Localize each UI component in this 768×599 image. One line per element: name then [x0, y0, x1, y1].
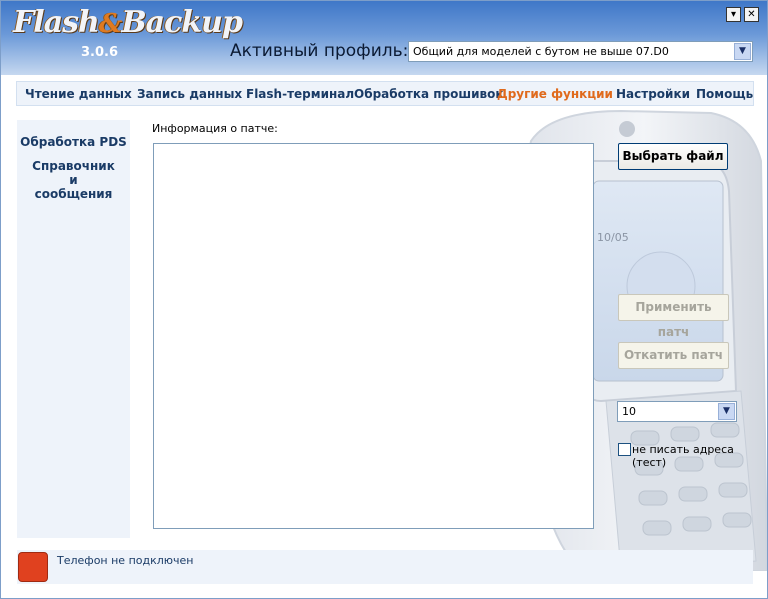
sidebar: Обработка PDS Справочник и сообщения — [17, 120, 130, 538]
tab-other-functions[interactable]: Другие функции — [497, 87, 613, 101]
profile-selected-value: Общий для моделей с бутом не выше 07.D0 — [413, 45, 669, 58]
sidebar-item-pds[interactable]: Обработка PDS — [17, 135, 130, 149]
close-icon: ✕ — [747, 9, 756, 20]
header-bar: Flash&Backup 3.0.6 ▾ ✕ Активный профиль:… — [1, 1, 767, 75]
count-select[interactable]: 10 ▼ — [617, 401, 737, 422]
tab-settings[interactable]: Настройки — [616, 87, 690, 101]
app-logo: Flash&Backup 3.0.6 — [9, 5, 243, 67]
profile-label: Активный профиль: — [230, 41, 409, 61]
patch-info-label: Информация о патче: — [152, 122, 278, 135]
patch-info-textbox[interactable] — [153, 143, 594, 529]
profile-select[interactable]: Общий для моделей с бутом не выше 07.D0 … — [408, 41, 753, 62]
status-text: Телефон не подключен — [57, 554, 194, 567]
minimize-button[interactable]: ▾ — [726, 7, 741, 22]
sidebar-item-reference[interactable]: Справочник и сообщения — [17, 159, 130, 201]
chevron-down-icon[interactable]: ▼ — [734, 43, 751, 60]
logo-amp: & — [98, 9, 123, 39]
close-button[interactable]: ✕ — [744, 7, 759, 22]
tab-firmware-processing[interactable]: Обработка прошивок — [354, 87, 504, 101]
tab-write-data[interactable]: Запись данных — [137, 87, 242, 101]
chevron-down-icon[interactable]: ▼ — [718, 403, 735, 420]
revert-patch-button[interactable]: Откатить патч — [618, 342, 729, 369]
phone-date-text: 10/05 — [597, 231, 629, 244]
logo-main: Flash — [13, 5, 100, 40]
app-window: Flash&Backup 3.0.6 ▾ ✕ Активный профиль:… — [0, 0, 768, 599]
select-file-button[interactable]: Выбрать файл — [618, 143, 728, 170]
status-led-icon — [18, 552, 48, 582]
status-bar: Телефон не подключен — [17, 550, 753, 584]
minimize-icon: ▾ — [730, 9, 737, 20]
logo-end: Backup — [121, 5, 243, 40]
tab-help[interactable]: Помощь — [696, 87, 753, 101]
app-version: 3.0.6 — [81, 45, 119, 60]
no-addresses-checkbox[interactable] — [618, 443, 631, 456]
no-addresses-label: не писать адреса (тест) — [632, 443, 734, 469]
tab-flash-terminal[interactable]: Flash-терминал — [246, 87, 354, 101]
tab-read-data[interactable]: Чтение данных — [25, 87, 132, 101]
logo-text: Flash&Backup — [13, 5, 243, 40]
apply-patch-button[interactable]: Применить патч — [618, 294, 729, 339]
count-selected-value: 10 — [622, 405, 636, 418]
